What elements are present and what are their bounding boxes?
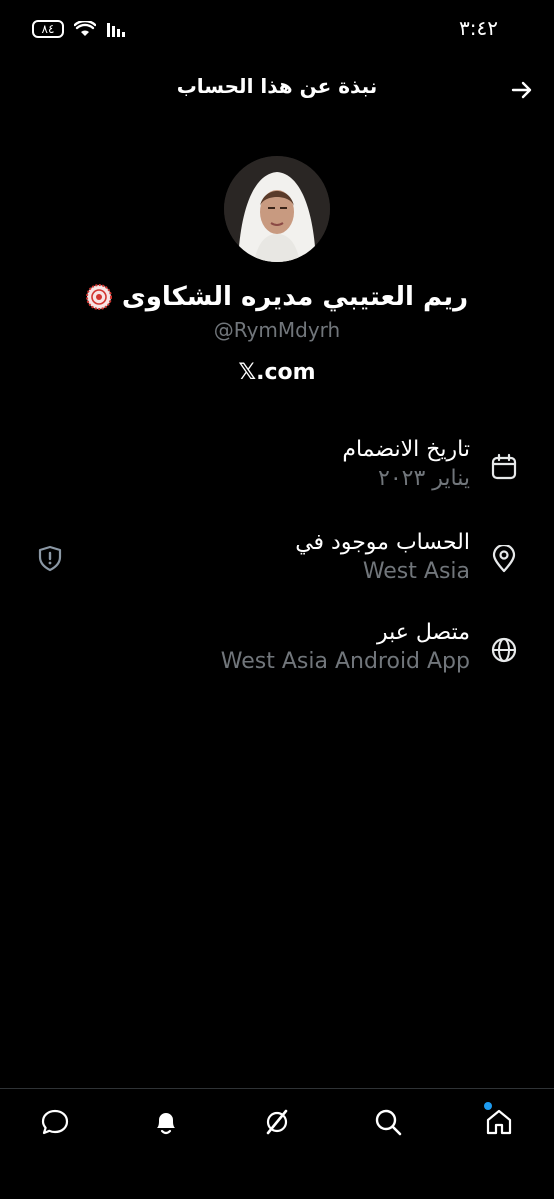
joined-row: تاريخ الانضمام يناير ٢٠٢٣ (0, 437, 470, 491)
joined-title: تاريخ الانضمام (342, 437, 470, 462)
profile-name-row: ريم العتيبي مديره الشكاوى (0, 282, 554, 312)
notifications-icon (157, 1113, 175, 1135)
home-notification-dot (484, 1102, 492, 1110)
nav-notifications[interactable] (148, 1104, 184, 1140)
location-pin-icon (490, 545, 518, 573)
back-button[interactable] (508, 76, 536, 104)
page-title: نبذة عن هذا الحساب (176, 74, 378, 98)
grok-icon (266, 1109, 288, 1135)
home-icon (486, 1109, 512, 1135)
nav-messages[interactable] (37, 1104, 73, 1140)
search-icon (375, 1109, 402, 1136)
avatar[interactable] (224, 156, 330, 262)
badge-emblem-icon (85, 284, 112, 310)
location-title: الحساب موجود في (295, 530, 470, 555)
connected-title: متصل عبر (376, 620, 470, 645)
shield-icon[interactable] (36, 544, 64, 572)
nav-search[interactable] (370, 1104, 406, 1140)
profile-name: ريم العتيبي مديره الشكاوى (121, 282, 469, 312)
messages-icon (41, 1109, 69, 1135)
joined-date: يناير ٢٠٢٣ (378, 466, 470, 491)
arrow-right-icon (511, 81, 532, 99)
nav-grok[interactable] (259, 1104, 295, 1140)
status-time: ٣:٤٢ (459, 16, 498, 40)
location-row: الحساب موجود في West Asia (0, 530, 470, 584)
nav-divider (0, 1088, 554, 1089)
profile-handle: @RymMdyrh (213, 318, 341, 342)
globe-icon (490, 636, 518, 664)
avatar-image (224, 156, 330, 262)
connected-row: متصل عبر West Asia Android App (0, 620, 470, 674)
website-link[interactable]: 𝕏.com (0, 360, 554, 385)
location-value: West Asia (362, 559, 470, 584)
connected-value: West Asia Android App (220, 649, 470, 674)
calendar-icon (490, 453, 518, 481)
